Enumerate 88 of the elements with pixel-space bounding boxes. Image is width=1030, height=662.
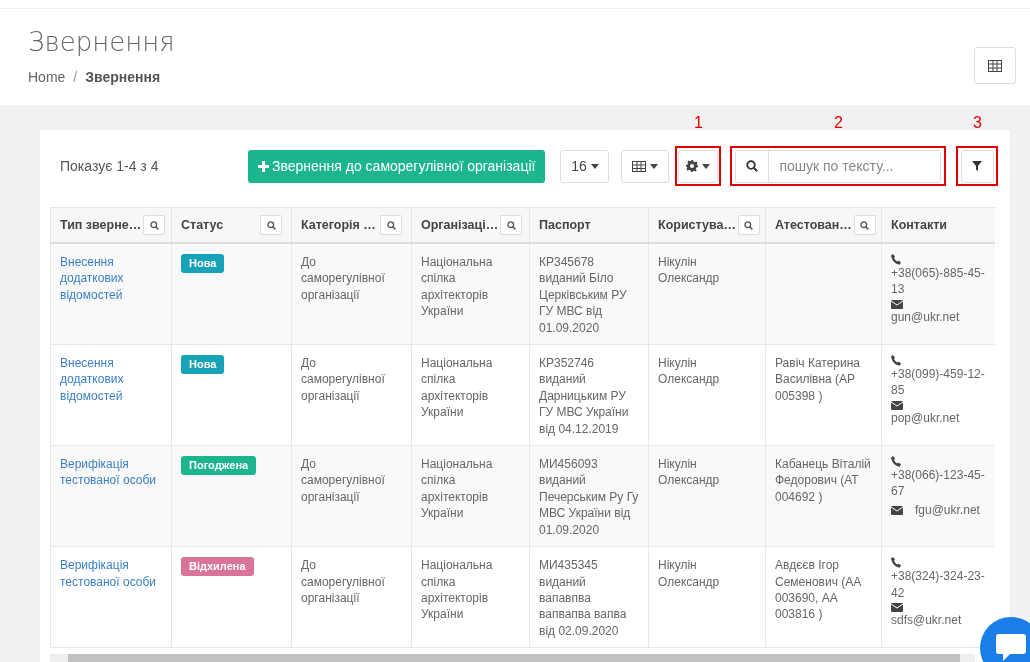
phone-icon xyxy=(891,254,901,265)
search-icon xyxy=(266,220,276,230)
table-cell: Нікулін Олександр xyxy=(648,546,766,648)
annotation-number: 1 xyxy=(692,114,704,132)
column-search-button[interactable] xyxy=(500,215,523,235)
email-address: fgu@ukr.net xyxy=(915,501,980,519)
caret-icon xyxy=(702,163,711,169)
search-icon xyxy=(860,220,870,230)
chat-bubble-icon xyxy=(996,634,1026,662)
column-header[interactable]: Статус xyxy=(171,207,292,243)
column-header[interactable]: Організаці… xyxy=(411,207,530,243)
phone-number: +38(099)-459-12-85 xyxy=(891,366,986,399)
table-cell: Національна спілка архітекторів України xyxy=(411,243,530,345)
email-address: gun@ukr.net xyxy=(891,308,961,326)
breadcrumb-current: Звернення xyxy=(85,69,161,85)
filter-icon xyxy=(972,161,983,171)
column-search-button[interactable] xyxy=(380,215,402,235)
search-icon xyxy=(506,220,516,230)
table-cell: До саморегулівної організації xyxy=(291,344,412,446)
breadcrumb-link[interactable]: Home xyxy=(28,69,66,85)
column-search-button[interactable] xyxy=(853,215,876,235)
column-header[interactable]: Користува… xyxy=(648,207,766,243)
columns-dropdown[interactable] xyxy=(621,149,670,183)
annotation-number: 2 xyxy=(832,114,844,132)
search-icon xyxy=(386,220,396,230)
table-cell: МИ456093 виданий Печерським Ру Гу МВС України від 01.09.2020 xyxy=(529,445,649,547)
table-cell: До саморегулівної організації xyxy=(291,243,412,345)
filter-button[interactable] xyxy=(960,149,994,183)
search-icon xyxy=(746,160,759,172)
caret-icon xyxy=(590,163,599,169)
table-icon xyxy=(988,59,1002,72)
phone-icon xyxy=(891,355,901,367)
plus-icon xyxy=(258,160,269,172)
table-cell: Кабанець Віталій Федорович (АТ 004692 ) xyxy=(765,445,882,547)
search-icon xyxy=(744,220,754,230)
page-title: Звернення xyxy=(28,27,175,57)
table-cell: КР352746 виданий Дарницьким РУ ГУ МВС України від 04.12.2019 xyxy=(529,344,649,446)
page-size-dropdown[interactable]: 16 xyxy=(560,149,610,183)
settings-icon xyxy=(686,160,699,172)
table-cell: До саморегулівної організації xyxy=(291,546,412,648)
settings-dropdown[interactable] xyxy=(678,149,719,183)
column-header[interactable]: Контакти xyxy=(881,207,995,243)
request-type-link[interactable]: Внесення додаткових відомостей xyxy=(60,355,162,405)
annotation-number: 3 xyxy=(971,114,983,132)
column-header[interactable]: Тип зверне… xyxy=(50,207,172,243)
table-cell: Нікулін Олександр xyxy=(648,243,766,345)
status-badge: Погоджена xyxy=(181,456,257,476)
email-address: sdfs@ukr.net xyxy=(891,611,963,629)
request-type-link[interactable]: Верифікація тестованої особи xyxy=(60,557,162,590)
mail-icon xyxy=(891,400,903,410)
column-header[interactable]: Атестован… xyxy=(765,207,882,243)
status-badge: Відхилена xyxy=(181,557,254,577)
column-search-button[interactable] xyxy=(143,215,166,235)
table-cell: Національна спілка архітекторів України xyxy=(411,344,530,446)
mail-icon xyxy=(891,505,903,515)
status-badge: Нова xyxy=(181,355,225,375)
table-cell: Нікулін Олександр xyxy=(648,344,766,446)
mail-icon xyxy=(891,602,903,612)
breadcrumb-separator: / xyxy=(73,69,78,85)
table-cell: Равіч Катерина Василівна (АР 005398 ) xyxy=(765,344,882,446)
column-header[interactable]: Паспорт xyxy=(529,207,649,243)
table-cell: МИ435345 виданий вапавпва вапвапва вапва від 02.09.2020 xyxy=(529,546,649,648)
annotation-frame xyxy=(956,146,999,186)
request-type-link[interactable]: Внесення додаткових відомостей xyxy=(60,254,162,304)
table-cell: Нікулін Олександр xyxy=(648,445,766,547)
phone-number: +38(065)-885-45-13 xyxy=(891,265,986,298)
request-type-link[interactable]: Верифікація тестованої особи xyxy=(60,456,162,489)
table-cell: Авдєєв Ігор Семенович (АА 003690, АА 003816 ) xyxy=(765,546,882,648)
column-search-button[interactable] xyxy=(260,215,282,235)
annotation-frame xyxy=(675,146,722,186)
mail-icon xyxy=(891,299,903,309)
phone-number: +38(324)-324-23-42 xyxy=(891,568,986,601)
caret-icon xyxy=(650,163,659,169)
status-badge: Нова xyxy=(181,254,225,273)
record-count: Показує 1-4 з 4 xyxy=(60,158,160,174)
table-cell: До саморегулівної організації xyxy=(291,445,412,547)
phone-icon xyxy=(891,557,901,569)
table-cell: Національна спілка архітекторів України xyxy=(411,546,530,648)
table-cell: КР345678 виданий Біло Церківським РУ ГУ МВС від 01.09.2020 xyxy=(529,243,649,345)
phone-icon xyxy=(891,456,901,468)
table-cell: Національна спілка архітекторів України xyxy=(411,445,530,547)
table-view-button[interactable] xyxy=(974,47,1016,84)
column-header[interactable]: Категорія … xyxy=(291,207,412,243)
search-icon xyxy=(149,220,159,230)
column-search-button[interactable] xyxy=(737,215,760,235)
email-address: pop@ukr.net xyxy=(891,409,961,427)
table-icon xyxy=(632,160,647,172)
search-field[interactable]: пошук по тексту... xyxy=(735,149,942,183)
